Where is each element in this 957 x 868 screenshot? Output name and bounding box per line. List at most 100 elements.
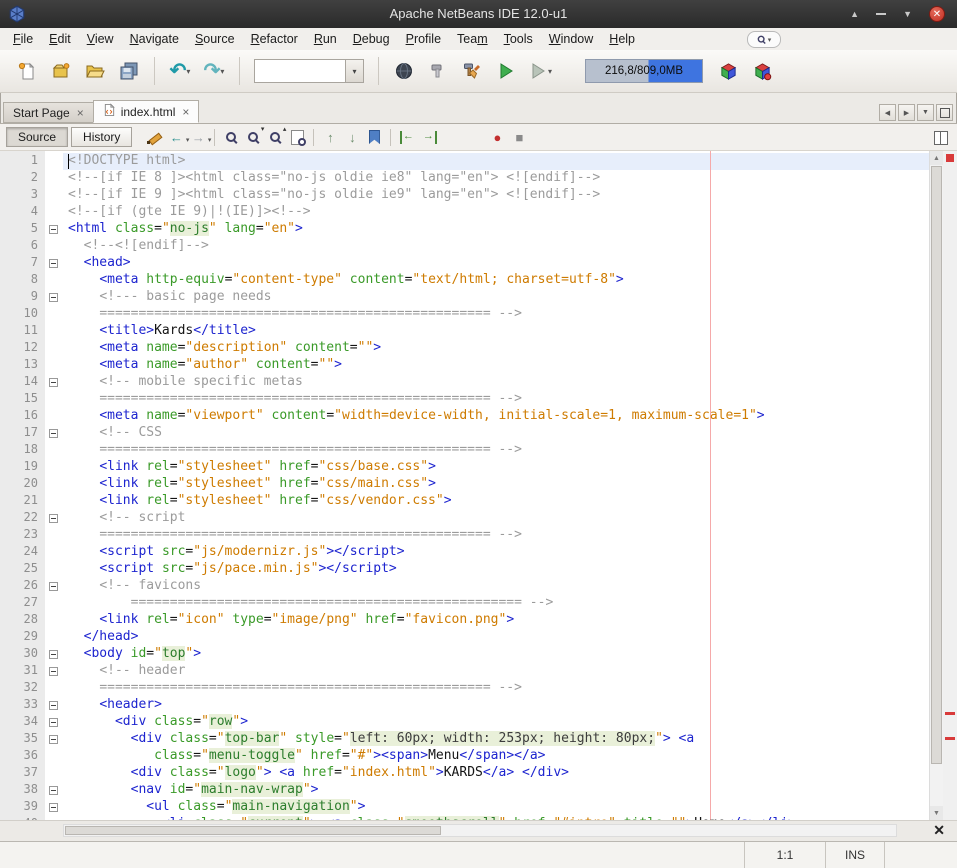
line-number[interactable]: 24 [0, 544, 45, 561]
scrollbar-thumb[interactable] [931, 166, 942, 764]
code-line[interactable]: <meta name="viewport" content="width=dev… [63, 408, 929, 425]
line-number[interactable]: 18 [0, 442, 45, 459]
fold-toggle-icon[interactable] [49, 293, 58, 302]
next-bookmark-icon[interactable]: ↓ [342, 127, 362, 147]
fold-toggle-icon[interactable] [49, 701, 58, 710]
menu-window[interactable]: Window [541, 28, 601, 50]
close-tab-icon[interactable]: × [182, 106, 189, 118]
memory-indicator[interactable]: 216,8/809,0MB [585, 59, 703, 83]
tab-index-html[interactable]: index.html × [93, 100, 200, 123]
forward-icon[interactable]: →▾ [188, 127, 208, 147]
find-selection-icon[interactable] [221, 127, 241, 147]
code-line[interactable]: <title>Kards</title> [63, 323, 929, 340]
code-line[interactable]: <!DOCTYPE html> [63, 153, 929, 170]
line-number[interactable]: 3 [0, 187, 45, 204]
menu-profile[interactable]: Profile [398, 28, 449, 50]
last-edit-position-icon[interactable] [144, 127, 164, 147]
hscrollbar-thumb[interactable] [65, 826, 441, 835]
stop-macro-recording-icon[interactable]: ■ [509, 127, 529, 147]
code-line[interactable]: ========================================… [63, 391, 929, 408]
code-line[interactable]: <link rel="stylesheet" href="css/base.cs… [63, 459, 929, 476]
line-number[interactable]: 31 [0, 663, 45, 680]
fold-toggle-icon[interactable] [49, 514, 58, 523]
code-line[interactable]: <html class="no-js" lang="en"> [63, 221, 929, 238]
code-line[interactable]: <script src="js/modernizr.js"></script> [63, 544, 929, 561]
history-view-button[interactable]: History [71, 127, 132, 147]
open-project-button[interactable] [80, 56, 110, 86]
fold-toggle-icon[interactable] [49, 667, 58, 676]
clean-build-project-button[interactable] [457, 56, 487, 86]
source-view-button[interactable]: Source [6, 127, 68, 147]
menu-view[interactable]: View [79, 28, 122, 50]
line-number[interactable]: 33 [0, 697, 45, 714]
menu-debug[interactable]: Debug [345, 28, 398, 50]
shift-line-right-icon[interactable] [419, 127, 439, 147]
code-line[interactable]: class="menu-toggle" href="#"><span>Menu<… [63, 748, 929, 765]
browser-button[interactable] [389, 56, 419, 86]
line-number[interactable]: 11 [0, 323, 45, 340]
code-line[interactable]: ========================================… [63, 442, 929, 459]
code-line[interactable]: <meta http-equiv="content-type" content=… [63, 272, 929, 289]
fold-toggle-icon[interactable] [49, 718, 58, 727]
scroll-tabs-left-button[interactable]: ◀ [879, 104, 896, 121]
code-line[interactable]: <body id="top"> [63, 646, 929, 663]
code-line[interactable]: <meta name="description" content=""> [63, 340, 929, 357]
build-project-button[interactable] [423, 56, 453, 86]
line-number[interactable]: 19 [0, 459, 45, 476]
close-button[interactable]: ✕ [929, 6, 945, 22]
line-number[interactable]: 36 [0, 748, 45, 765]
line-number[interactable]: 9 [0, 289, 45, 306]
code-line[interactable]: <link rel="icon" type="image/png" href="… [63, 612, 929, 629]
config-combobox[interactable]: ▾ [254, 59, 364, 83]
search-box[interactable]: ▾ [747, 31, 781, 48]
profile-cube-icon-1[interactable] [713, 56, 743, 86]
line-number[interactable]: 26 [0, 578, 45, 595]
code-line[interactable]: ========================================… [63, 527, 929, 544]
code-line[interactable]: </head> [63, 629, 929, 646]
line-number[interactable]: 16 [0, 408, 45, 425]
find-previous-occurrence-icon[interactable]: ▴ [265, 127, 285, 147]
error-mark[interactable] [945, 712, 955, 715]
code-line[interactable]: <script src="js/pace.min.js"></script> [63, 561, 929, 578]
find-next-occurrence-icon[interactable]: ▾ [243, 127, 263, 147]
fold-toggle-icon[interactable] [49, 378, 58, 387]
fold-toggle-icon[interactable] [49, 429, 58, 438]
line-number[interactable]: 22 [0, 510, 45, 527]
line-number[interactable]: 27 [0, 595, 45, 612]
line-number[interactable]: 29 [0, 629, 45, 646]
code-line[interactable]: <div class="top-bar" style="left: 60px; … [63, 731, 929, 748]
code-line[interactable]: <!--- basic page needs [63, 289, 929, 306]
code-line[interactable]: <ul class="main-navigation"> [63, 799, 929, 816]
line-number[interactable]: 37 [0, 765, 45, 782]
tab-start-page[interactable]: Start Page × [3, 102, 94, 123]
close-panel-icon[interactable]: ✕ [933, 822, 945, 839]
line-number[interactable]: 35 [0, 731, 45, 748]
line-number[interactable]: 21 [0, 493, 45, 510]
previous-bookmark-icon[interactable]: ↑ [320, 127, 340, 147]
line-number[interactable]: 7 [0, 255, 45, 272]
error-indicator[interactable] [946, 154, 954, 162]
redo-button[interactable]: ↷▾ [199, 56, 229, 86]
tab-list-button[interactable]: ▼ [917, 104, 934, 121]
fold-toggle-icon[interactable] [49, 735, 58, 744]
menu-navigate[interactable]: Navigate [122, 28, 187, 50]
menu-file[interactable]: File [5, 28, 41, 50]
menu-refactor[interactable]: Refactor [243, 28, 306, 50]
code-line[interactable]: <link rel="stylesheet" href="css/vendor.… [63, 493, 929, 510]
line-number[interactable]: 2 [0, 170, 45, 187]
line-number[interactable]: 14 [0, 374, 45, 391]
toggle-highlight-search-icon[interactable] [287, 127, 307, 147]
code-line[interactable]: <!-- CSS [63, 425, 929, 442]
code-line[interactable]: ========================================… [63, 680, 929, 697]
scroll-tabs-right-button[interactable]: ▶ [898, 104, 915, 121]
line-number[interactable]: 25 [0, 561, 45, 578]
line-number[interactable]: 39 [0, 799, 45, 816]
line-number[interactable]: 5 [0, 221, 45, 238]
gutter-numbers[interactable]: 1234567891011121314151617181920212223242… [0, 151, 45, 820]
code-line[interactable]: <header> [63, 697, 929, 714]
line-number[interactable]: 38 [0, 782, 45, 799]
fold-strip[interactable] [45, 151, 63, 820]
new-file-button[interactable] [12, 56, 42, 86]
menu-edit[interactable]: Edit [41, 28, 79, 50]
code-line[interactable]: <nav id="main-nav-wrap"> [63, 782, 929, 799]
